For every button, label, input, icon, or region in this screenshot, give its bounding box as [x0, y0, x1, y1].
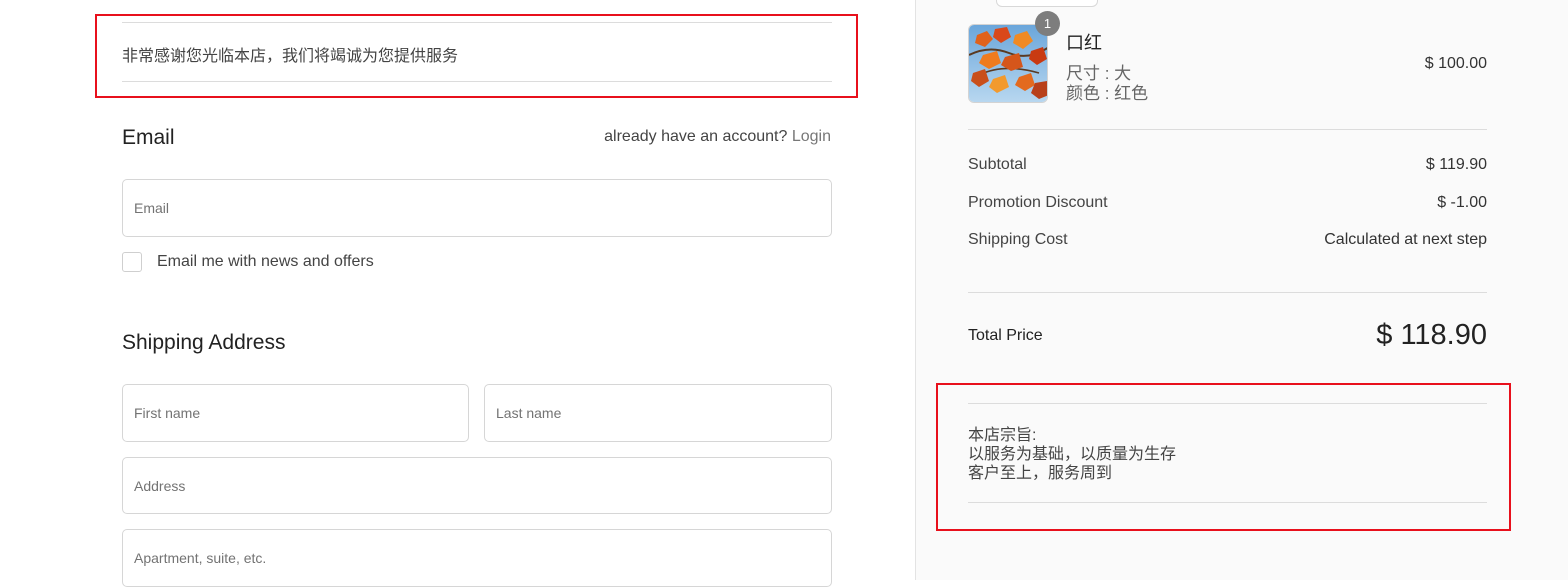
email-input[interactable]	[123, 180, 831, 236]
apartment-input[interactable]	[123, 530, 831, 586]
login-link[interactable]: Login	[792, 128, 831, 145]
apartment-field[interactable]	[122, 529, 832, 587]
summary-toggle-tab[interactable]	[996, 0, 1098, 7]
motto-line: 以服务为基础，以质量为生存	[968, 446, 1177, 463]
last-name-field[interactable]	[484, 384, 832, 442]
motto-bottom-divider	[968, 502, 1487, 503]
address-input[interactable]	[123, 458, 831, 513]
first-name-field[interactable]	[122, 384, 469, 442]
first-name-input[interactable]	[123, 385, 468, 441]
checkout-form-panel: 非常感谢您光临本店，我们将竭诚为您提供服务 Email already have…	[0, 0, 915, 587]
motto-top-divider	[968, 403, 1487, 404]
shipping-cost-label: Shipping Cost	[968, 231, 1068, 248]
store-notice: 非常感谢您光临本店，我们将竭诚为您提供服务	[122, 48, 459, 65]
motto-line: 客户至上，服务周到	[968, 465, 1113, 482]
account-prompt: already have an account? Login	[604, 128, 831, 146]
quantity-badge: 1	[1035, 11, 1060, 36]
newsletter-checkbox[interactable]	[122, 252, 142, 272]
autumn-leaves-image	[969, 25, 1047, 102]
summary-divider-top	[968, 129, 1487, 130]
subtotal-value: $ 119.90	[1425, 156, 1487, 173]
motto-heading: 本店宗旨:	[968, 427, 1037, 444]
discount-value: $ -1.00	[1437, 194, 1487, 211]
subtotal-label: Subtotal	[968, 156, 1027, 173]
product-name: 口红	[1066, 33, 1102, 53]
total-price-value: $ 118.90	[1376, 319, 1487, 351]
address-field[interactable]	[122, 457, 832, 514]
notice-bottom-divider	[122, 81, 832, 82]
summary-divider-mid	[968, 292, 1487, 293]
product-color: 颜色 : 红色	[1066, 84, 1149, 103]
email-section-title: Email	[122, 126, 175, 149]
product-price: $ 100.00	[1424, 55, 1487, 72]
product-thumbnail	[968, 24, 1048, 103]
notice-top-divider	[122, 22, 832, 23]
newsletter-label: Email me with news and offers	[157, 253, 374, 270]
email-field[interactable]	[122, 179, 832, 237]
total-price-label: Total Price	[968, 327, 1043, 344]
shipping-cost-value: Calculated at next step	[1324, 231, 1487, 248]
shipping-section-title: Shipping Address	[122, 331, 286, 354]
last-name-input[interactable]	[485, 385, 831, 441]
account-prompt-text: already have an account?	[604, 128, 788, 145]
discount-label: Promotion Discount	[968, 194, 1108, 211]
